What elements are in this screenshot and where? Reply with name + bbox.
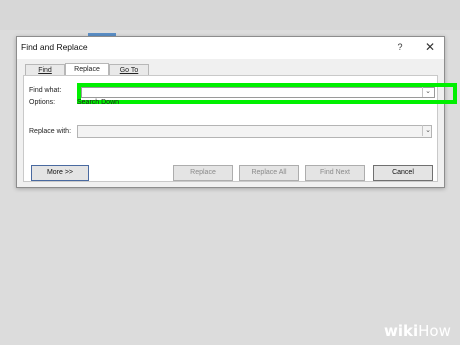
find-replace-dialog: Find and Replace ? ✕ Find Replace Go To …	[16, 36, 457, 188]
watermark-wiki: wiki	[384, 322, 419, 340]
replace-dropdown-icon[interactable]: ⌄	[422, 125, 433, 136]
find-what-label: Find what:	[29, 87, 62, 94]
find-field-highlight	[77, 83, 457, 104]
replace-all-button[interactable]: Replace All	[239, 165, 299, 181]
cancel-button[interactable]: Cancel	[373, 165, 433, 181]
options-value: Search Down	[77, 99, 120, 106]
watermark-how: How	[418, 322, 451, 340]
options-label: Options:	[29, 99, 56, 106]
dialog-title: Find and Replace	[21, 42, 88, 52]
replace-with-input[interactable]	[77, 125, 432, 138]
find-next-button[interactable]: Find Next	[305, 165, 365, 181]
tab-replace-label: Replace	[74, 66, 100, 73]
help-icon[interactable]: ?	[393, 40, 407, 54]
replace-with-label: Replace with:	[29, 128, 72, 135]
tab-goto-label: Go To	[119, 67, 139, 74]
wikihow-watermark: wikiHow	[384, 322, 451, 340]
background-window	[0, 0, 460, 30]
tab-find-label: Find	[38, 67, 52, 74]
more-button[interactable]: More >>	[31, 165, 89, 181]
close-icon[interactable]: ✕	[422, 39, 438, 55]
replace-button[interactable]: Replace	[173, 165, 233, 181]
dialog-titlebar: Find and Replace ? ✕	[17, 37, 444, 59]
